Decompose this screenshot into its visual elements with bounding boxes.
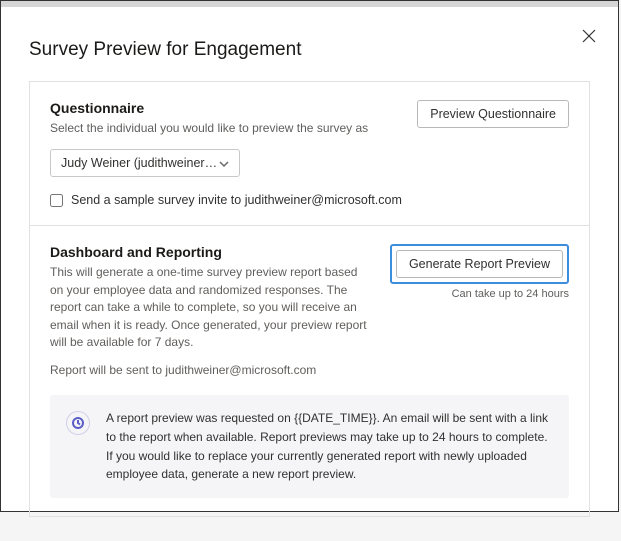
- preview-questionnaire-button[interactable]: Preview Questionnaire: [417, 100, 569, 128]
- individual-dropdown-value: Judy Weiner (judithweiner…: [61, 156, 217, 170]
- generate-report-highlight: Generate Report Preview: [390, 244, 569, 284]
- questionnaire-subtext: Select the individual you would like to …: [50, 120, 399, 137]
- chevron-down-icon: [219, 158, 229, 168]
- dashboard-subtext: This will generate a one-time survey pre…: [50, 264, 372, 351]
- close-icon: [582, 29, 596, 43]
- dialog-title: Survey Preview for Engagement: [29, 39, 590, 61]
- send-sample-label: Send a sample survey invite to judithwei…: [71, 193, 402, 207]
- info-banner: A report preview was requested on {{DATE…: [50, 395, 569, 497]
- report-sent-to: Report will be sent to judithweiner@micr…: [50, 363, 569, 377]
- dashboard-title: Dashboard and Reporting: [50, 244, 372, 260]
- send-sample-checkbox-row[interactable]: Send a sample survey invite to judithwei…: [50, 193, 569, 207]
- clock-icon: [66, 411, 90, 435]
- generate-report-hint: Can take up to 24 hours: [452, 288, 569, 300]
- individual-dropdown[interactable]: Judy Weiner (judithweiner…: [50, 149, 240, 177]
- info-banner-text: A report preview was requested on {{DATE…: [106, 409, 553, 483]
- send-sample-checkbox[interactable]: [50, 194, 63, 207]
- dialog-body: Survey Preview for Engagement Questionna…: [1, 7, 618, 541]
- close-button[interactable]: [582, 29, 598, 45]
- dialog-window: Survey Preview for Engagement Questionna…: [0, 0, 619, 512]
- dashboard-panel: Dashboard and Reporting This will genera…: [29, 226, 590, 516]
- questionnaire-title: Questionnaire: [50, 100, 399, 116]
- generate-report-button[interactable]: Generate Report Preview: [396, 250, 563, 278]
- questionnaire-panel: Questionnaire Select the individual you …: [29, 81, 590, 226]
